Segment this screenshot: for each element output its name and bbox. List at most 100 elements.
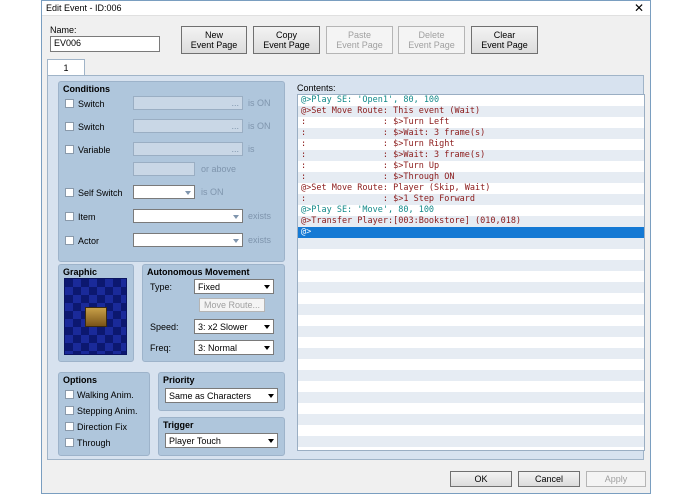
variable-ellipsis: ... [231,144,239,154]
trigger-title: Trigger [163,420,194,430]
event-page: Conditions Switch ... is ON Switch ... i… [47,75,645,460]
name-input[interactable]: EV006 [50,36,160,52]
priority-title: Priority [163,375,195,385]
new-event-page-button[interactable]: New Event Page [181,26,247,54]
command-row[interactable]: @>Play SE: 'Move', 80, 100 [298,205,644,216]
self-switch-label: Self Switch [78,188,123,198]
clear-event-page-button[interactable]: Clear Event Page [471,26,538,54]
type-select[interactable]: Fixed [194,279,274,294]
autonomous-movement-panel: Autonomous Movement Type: Fixed Move Rou… [142,264,285,362]
actor-checkbox[interactable] [65,236,74,245]
variable-field[interactable]: ... [133,142,243,156]
through-checkbox[interactable] [65,438,74,447]
bookshelf-sprite [85,307,107,327]
walking-anim-checkbox[interactable] [65,390,74,399]
close-icon[interactable]: ✕ [634,1,644,15]
command-row[interactable]: : : $>Turn Up [298,161,644,172]
variable-value-spinner[interactable] [133,162,195,176]
contents-list[interactable]: @>Play SE: 'Open1', 80, 100 @>Set Move Ro… [297,94,645,451]
command-row[interactable]: : : $>1 Step Forward [298,194,644,205]
switch2-checkbox[interactable] [65,122,74,131]
type-value: Fixed [198,282,221,292]
trigger-value: Player Touch [169,436,221,446]
direction-fix-checkbox[interactable] [65,422,74,431]
empty-row[interactable] [298,326,644,337]
command-row[interactable]: @>Set Move Route: Player (Skip, Wait) [298,183,644,194]
options-panel: Options Walking Anim. Stepping Anim. Dir… [58,372,150,456]
actor-label: Actor [78,236,100,246]
command-row[interactable]: : : $>Wait: 3 frame(s) [298,128,644,139]
speed-value: 3: x2 Slower [198,322,248,332]
command-row[interactable]: @>Set Move Route: This event (Wait) [298,106,644,117]
empty-row[interactable] [298,304,644,315]
copy-event-page-button[interactable]: Copy Event Page [253,26,320,54]
conditions-panel: Conditions Switch ... is ON Switch ... i… [58,81,285,262]
movement-title: Autonomous Movement [147,267,250,277]
chevron-down-icon [185,191,191,195]
self-switch-is-on: is ON [201,187,224,197]
freq-label: Freq: [150,343,172,353]
empty-row[interactable] [298,348,644,359]
command-row[interactable]: : : $>Turn Left [298,117,644,128]
empty-row[interactable] [298,238,644,249]
switch1-is-on: is ON [248,98,271,108]
empty-row[interactable] [298,370,644,381]
empty-row[interactable] [298,260,644,271]
command-row[interactable]: @>Transfer Player:[003:Bookstore] (010,0… [298,216,644,227]
switch2-field[interactable]: ... [133,119,243,133]
chevron-down-icon [264,285,270,289]
stepping-anim-checkbox[interactable] [65,406,74,415]
empty-row[interactable] [298,414,644,425]
variable-or-above: or above [201,164,237,174]
type-label: Type: [150,282,173,292]
paste-event-page-button[interactable]: Paste Event Page [326,26,393,54]
empty-row[interactable] [298,337,644,348]
item-checkbox[interactable] [65,212,74,221]
speed-select[interactable]: 3: x2 Slower [194,319,274,334]
tab-page-1[interactable]: 1 [47,59,85,76]
contents-title: Contents: [297,83,336,93]
empty-row[interactable] [298,315,644,326]
actor-select[interactable] [133,233,243,247]
variable-checkbox[interactable] [65,145,74,154]
options-title: Options [63,375,97,385]
ok-button[interactable]: OK [450,471,512,487]
graphic-preview[interactable] [64,278,127,355]
empty-row[interactable] [298,249,644,260]
switch1-ellipsis: ... [231,98,239,108]
cancel-button[interactable]: Cancel [518,471,580,487]
trigger-select[interactable]: Player Touch [165,433,278,448]
switch1-checkbox[interactable] [65,99,74,108]
empty-row[interactable] [298,271,644,282]
speed-label: Speed: [150,322,179,332]
empty-row[interactable] [298,425,644,436]
command-row[interactable]: : : $>Wait: 3 frame(s) [298,150,644,161]
priority-value: Same as Characters [169,391,252,401]
empty-row[interactable] [298,392,644,403]
stepping-anim-label: Stepping Anim. [77,406,138,416]
command-row[interactable]: : : $>Through ON [298,172,644,183]
move-route-button[interactable]: Move Route... [199,298,265,312]
chevron-down-icon [233,239,239,243]
switch1-field[interactable]: ... [133,96,243,110]
freq-select[interactable]: 3: Normal [194,340,274,355]
delete-event-page-button[interactable]: Delete Event Page [398,26,465,54]
priority-panel: Priority Same as Characters [158,372,285,411]
command-row[interactable]: @>Play SE: 'Open1', 80, 100 [298,95,644,106]
chevron-down-icon [233,215,239,219]
item-select[interactable] [133,209,243,223]
empty-row[interactable] [298,436,644,447]
self-switch-checkbox[interactable] [65,188,74,197]
freq-value: 3: Normal [198,343,238,353]
empty-row[interactable] [298,282,644,293]
title-bar: Edit Event - ID:006 ✕ [42,1,650,16]
empty-row[interactable] [298,359,644,370]
command-row[interactable]: @> [298,227,644,238]
priority-select[interactable]: Same as Characters [165,388,278,403]
apply-button[interactable]: Apply [586,471,646,487]
empty-row[interactable] [298,293,644,304]
command-row[interactable]: : : $>Turn Right [298,139,644,150]
empty-row[interactable] [298,403,644,414]
self-switch-select[interactable] [133,185,195,199]
empty-row[interactable] [298,381,644,392]
